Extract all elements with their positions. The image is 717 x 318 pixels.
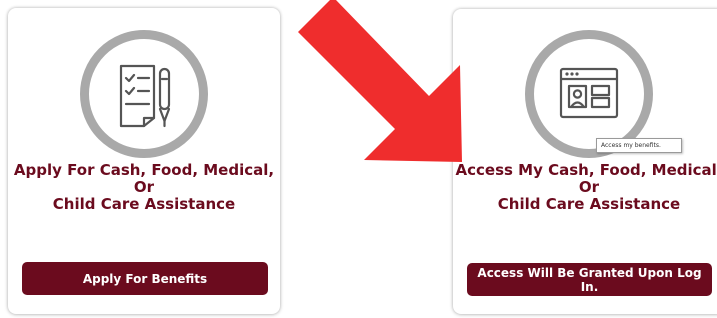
- card-title: Access My Cash, Food, Medical, Or Child …: [455, 161, 717, 213]
- card-title: Apply For Cash, Food, Medical, Or Child …: [13, 161, 275, 213]
- browser-profile-icon: [559, 67, 619, 119]
- access-benefits-tooltip: Access my benefits.: [596, 138, 682, 153]
- icon-circle: [80, 30, 208, 158]
- access-benefits-card: Access My Cash, Food, Medical, Or Child …: [453, 9, 717, 314]
- apply-benefits-card: Apply For Cash, Food, Medical, Or Child …: [8, 8, 280, 314]
- checklist-pen-icon: [119, 64, 171, 128]
- access-benefits-button[interactable]: Access Will Be Granted Upon Log In.: [467, 263, 712, 296]
- apply-for-benefits-button[interactable]: Apply For Benefits: [22, 262, 268, 295]
